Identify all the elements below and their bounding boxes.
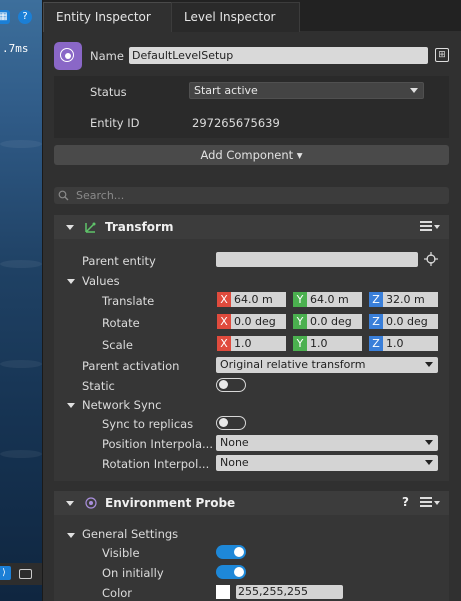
- general-settings-label: General Settings: [82, 527, 179, 541]
- transform-header[interactable]: Transform: [54, 215, 449, 239]
- position-interp-value: None: [220, 436, 249, 449]
- parent-activation-dropdown[interactable]: Original relative transform: [216, 357, 438, 373]
- color-swatch[interactable]: [216, 585, 230, 599]
- viewport-toolbar: ⟩: [0, 563, 42, 585]
- chevron-down-icon: [425, 362, 433, 367]
- collapse-values-icon[interactable]: [67, 279, 75, 284]
- parent-activation-value: Original relative transform: [220, 358, 366, 371]
- visible-label: Visible: [102, 546, 140, 560]
- on-initially-toggle[interactable]: [216, 565, 246, 579]
- translate-label: Translate: [102, 294, 155, 308]
- sync-to-replicas-label: Sync to replicas: [102, 417, 194, 431]
- position-interp-dropdown[interactable]: None: [216, 435, 438, 451]
- transform-title: Transform: [105, 220, 174, 234]
- menu-icon[interactable]: [420, 221, 432, 231]
- chevron-down-icon: [425, 460, 433, 465]
- network-sync-label: Network Sync: [82, 398, 162, 412]
- transform-component: Transform Parent entity Values Translate…: [54, 215, 449, 481]
- entity-id-label: Entity ID: [90, 116, 140, 130]
- tab-level-inspector[interactable]: Level Inspector: [171, 2, 300, 32]
- chevron-down-icon[interactable]: [434, 501, 440, 505]
- color-value-field[interactable]: 255,255,255: [236, 585, 343, 599]
- visible-toggle[interactable]: [216, 545, 246, 559]
- collapse-network-sync-icon[interactable]: [67, 403, 75, 408]
- rotation-interp-label: Rotation Interpol...: [102, 457, 210, 471]
- rotation-interp-value: None: [220, 456, 249, 469]
- on-initially-label: On initially: [102, 566, 164, 580]
- chevron-down-icon: [425, 440, 433, 445]
- parent-entity-label: Parent entity: [82, 254, 156, 268]
- entity-name-field[interactable]: DefaultLevelSetup: [129, 47, 428, 64]
- static-label: Static: [82, 379, 115, 393]
- target-icon[interactable]: [424, 252, 438, 266]
- status-label: Status: [90, 85, 127, 99]
- parent-entity-field[interactable]: [216, 252, 418, 267]
- add-component-button[interactable]: Add Component ▾: [54, 145, 449, 165]
- frame-time-readout: .7ms: [2, 42, 29, 55]
- environment-probe-header[interactable]: Environment Probe ?: [54, 491, 449, 515]
- collapse-icon[interactable]: [66, 225, 74, 230]
- viewport[interactable]: ▦ ? .7ms ⟩: [0, 0, 42, 601]
- probe-icon: [85, 497, 97, 509]
- tab-bar: Entity Inspector Level Inspector: [43, 0, 461, 32]
- status-dropdown[interactable]: Start active: [189, 82, 424, 99]
- sync-to-replicas-toggle[interactable]: [216, 416, 246, 430]
- collapse-icon[interactable]: [66, 501, 74, 506]
- static-toggle[interactable]: [216, 378, 246, 392]
- search-icon: [58, 190, 69, 201]
- position-interp-label: Position Interpola...: [102, 437, 213, 451]
- collapse-general-settings-icon[interactable]: [67, 533, 75, 538]
- color-label: Color: [102, 586, 133, 600]
- chevron-down-icon[interactable]: [434, 225, 440, 229]
- rotation-interp-dropdown[interactable]: None: [216, 455, 438, 471]
- environment-probe-component: Environment Probe ? General Settings Vis…: [54, 491, 449, 601]
- scale-label: Scale: [102, 338, 133, 352]
- camera-icon[interactable]: ⟩: [0, 566, 11, 580]
- values-label: Values: [82, 274, 120, 288]
- grid-icon[interactable]: ▦: [0, 10, 10, 24]
- inspector-panel: Entity Inspector Level Inspector Name De…: [42, 0, 461, 601]
- search-input[interactable]: Search...: [54, 187, 449, 204]
- help-icon[interactable]: ?: [402, 495, 409, 509]
- menu-icon[interactable]: [420, 497, 432, 507]
- entity-icon: [54, 42, 82, 70]
- entity-id-value: 297265675639: [192, 116, 280, 130]
- parent-activation-label: Parent activation: [82, 359, 180, 373]
- environment-probe-title: Environment Probe: [105, 496, 236, 510]
- pin-icon[interactable]: ⊞: [435, 48, 449, 62]
- vr-icon[interactable]: [19, 569, 32, 579]
- rotate-label: Rotate: [102, 316, 140, 330]
- chevron-down-icon: [410, 88, 418, 93]
- help-icon[interactable]: ?: [18, 10, 32, 24]
- status-value: Start active: [194, 84, 258, 97]
- name-label: Name: [90, 49, 124, 63]
- tab-entity-inspector[interactable]: Entity Inspector: [43, 2, 183, 32]
- transform-icon: [85, 222, 96, 233]
